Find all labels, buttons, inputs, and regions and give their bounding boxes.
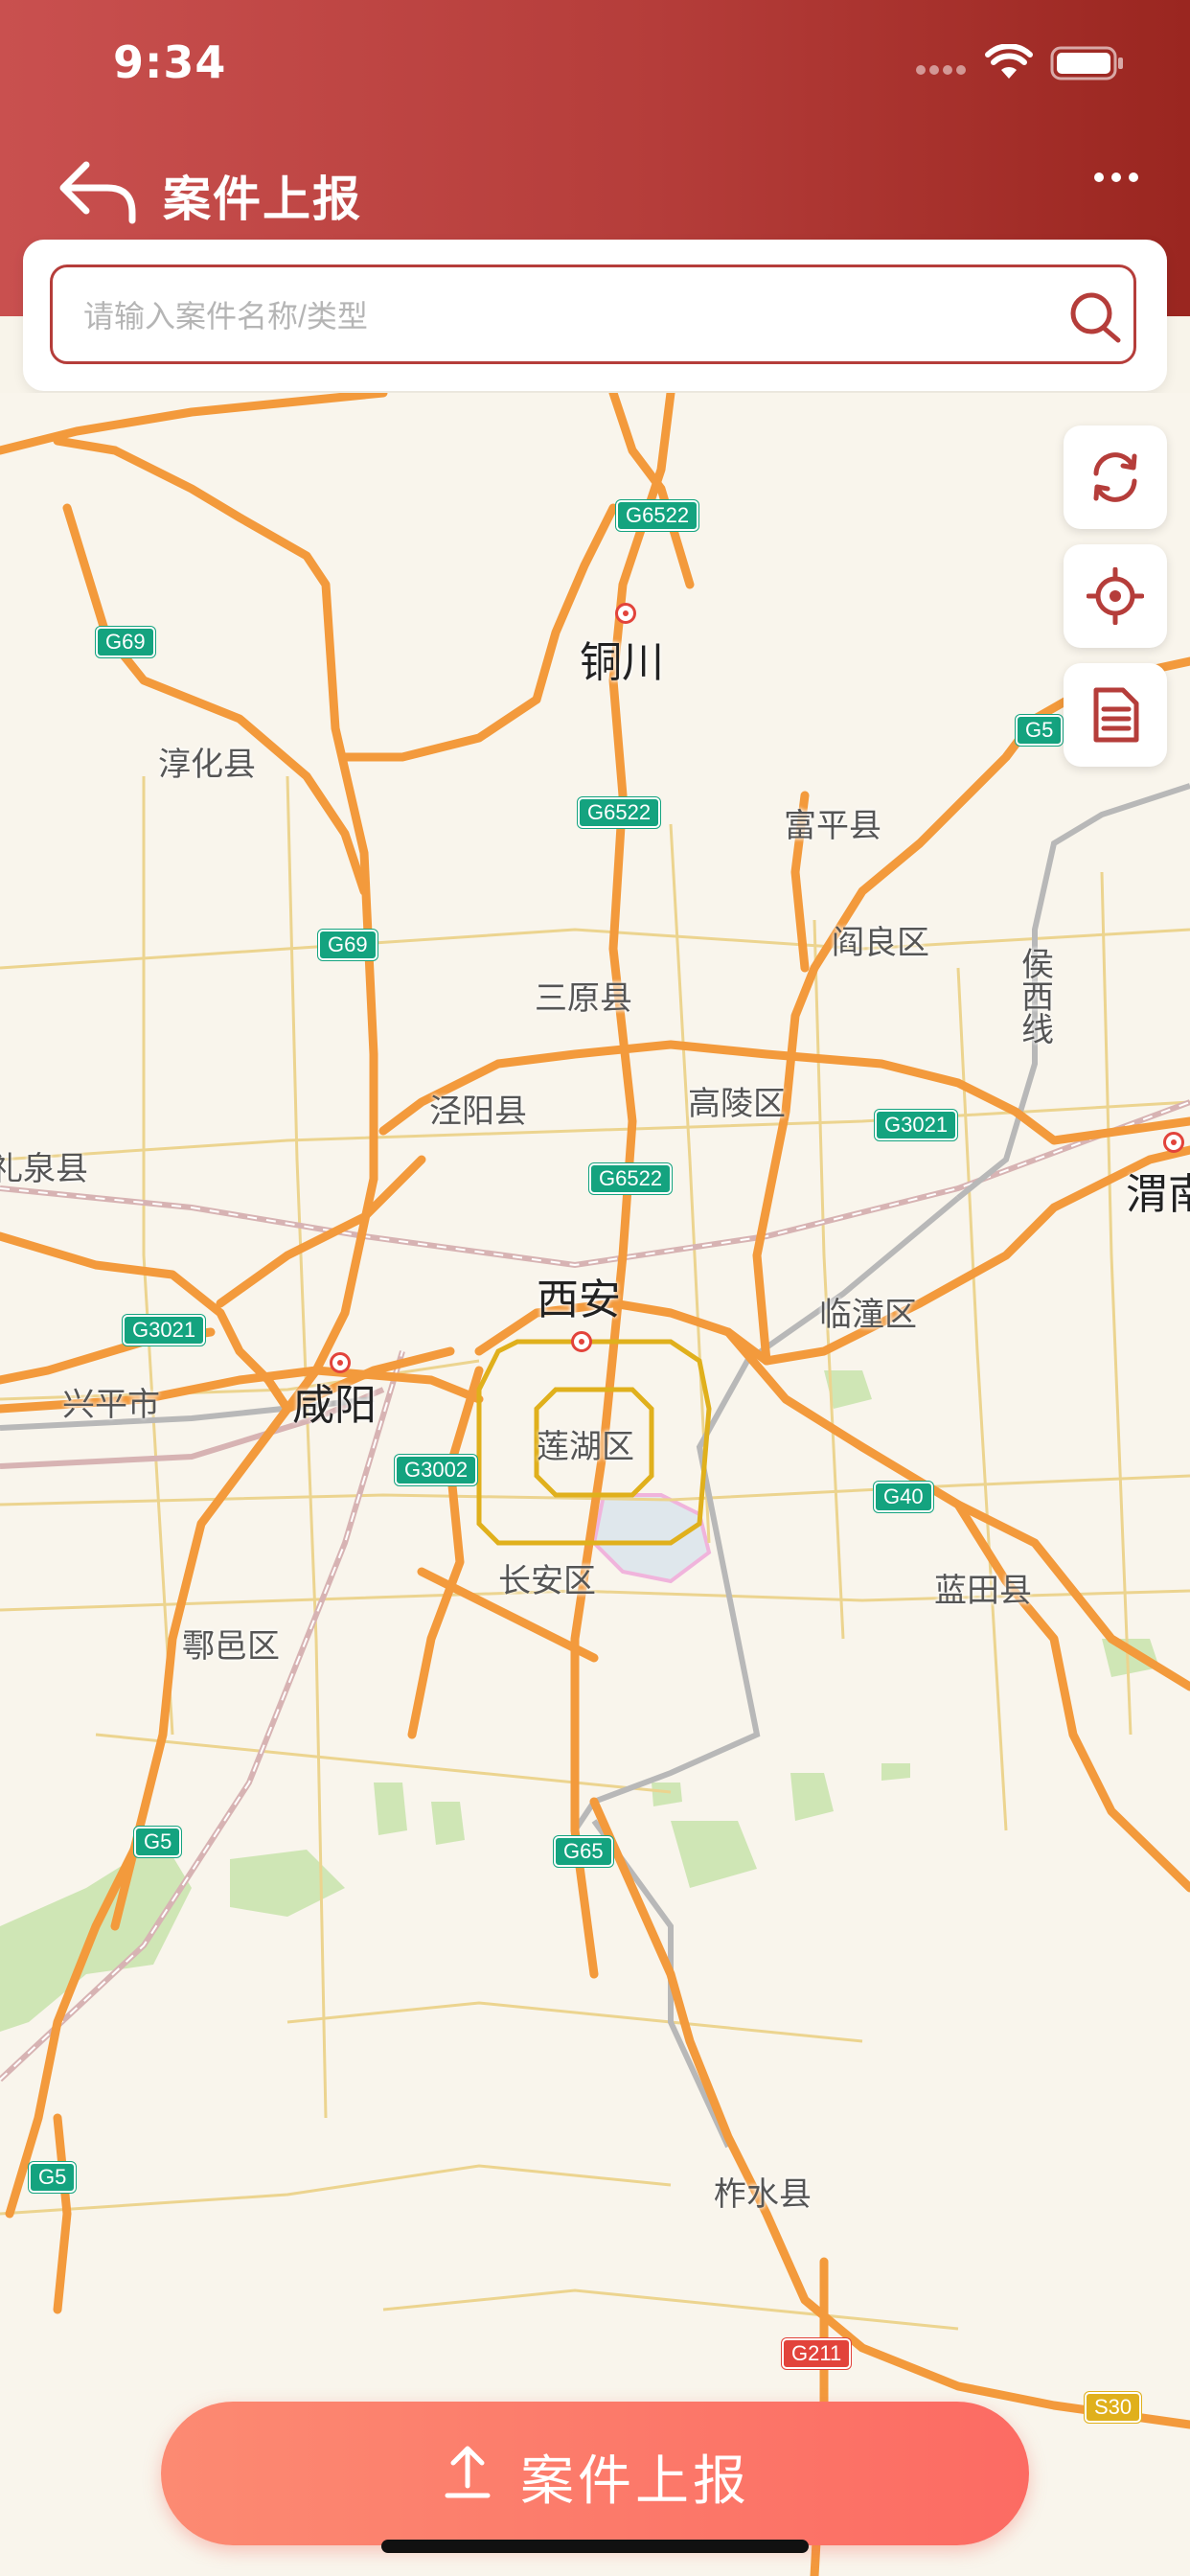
highway-shield: G6522 [616, 500, 699, 531]
map-label-houxi: 侯西线 [1021, 946, 1054, 1049]
city-marker-weinan [1163, 1132, 1184, 1153]
highway-shield: G3021 [123, 1315, 206, 1346]
map-label-xian: 西安 [537, 1276, 621, 1324]
search-input[interactable] [81, 287, 1043, 346]
highway-shield: G69 [318, 930, 378, 960]
report-case-label: 案件上报 [520, 2450, 750, 2513]
map-label-lintong: 临潼区 [819, 1296, 917, 1334]
map-label-jingyang: 泾阳县 [429, 1092, 527, 1131]
nav-bar: 案件上报 [0, 144, 1190, 240]
map-roads [0, 393, 1190, 2576]
map-label-changan: 长安区 [498, 1562, 596, 1600]
map-label-fuping: 富平县 [784, 807, 881, 845]
city-marker-xian [571, 1331, 592, 1352]
map-label-huyi: 鄠邑区 [182, 1627, 280, 1666]
refresh-icon [1093, 452, 1137, 502]
report-case-button[interactable]: 案件上报 [161, 2402, 1029, 2545]
highway-shield: G6522 [589, 1163, 673, 1194]
map-label-chunhua: 淳化县 [158, 746, 256, 784]
wifi-icon [985, 44, 1033, 79]
highway-shield: G5 [1016, 715, 1064, 746]
highway-shield: G69 [96, 627, 155, 657]
map-label-xingping: 兴平市 [62, 1386, 160, 1424]
highway-shield: G65 [554, 1836, 613, 1867]
page-title: 案件上报 [163, 172, 362, 227]
more-dots-icon[interactable] [1092, 163, 1140, 192]
battery-icon [1050, 46, 1123, 80]
search-card [23, 240, 1167, 391]
location-target-icon [1087, 567, 1144, 625]
highway-shield: G40 [874, 1482, 933, 1512]
upload-icon [445, 2446, 491, 2498]
locate-button[interactable] [1064, 544, 1167, 648]
back-arrow-icon[interactable] [57, 159, 138, 226]
map-label-weinan: 渭南 [1126, 1170, 1190, 1219]
document-button[interactable] [1064, 663, 1167, 767]
map-label-zhashui: 柞水县 [714, 2175, 812, 2214]
city-marker-tongchuan [615, 603, 636, 624]
highway-shield: G211 [782, 2338, 852, 2369]
map-label-sanyuan: 三原县 [535, 979, 632, 1018]
map-view[interactable]: 铜川 西安 咸阳 渭南 淳化县 富平县 阎良区 三原县 泾阳县 高陵区 礼泉县 … [0, 393, 1190, 2576]
search-box [50, 264, 1136, 364]
refresh-button[interactable] [1064, 426, 1167, 529]
document-icon [1093, 687, 1139, 743]
highway-shield: S30 [1085, 2392, 1142, 2423]
map-label-tongchuan: 铜川 [580, 638, 664, 687]
status-bar: 9:34 [0, 0, 1190, 134]
highway-shield: G5 [29, 2162, 77, 2193]
highway-shield: G6522 [578, 797, 661, 828]
home-indicator [381, 2540, 809, 2553]
highway-shield: G3021 [875, 1110, 958, 1140]
highway-shield: G3002 [395, 1455, 478, 1485]
map-label-liquan: 礼泉县 [0, 1150, 88, 1188]
highway-shield: G5 [134, 1827, 182, 1857]
search-icon[interactable] [1068, 290, 1122, 344]
map-label-xianyang: 咸阳 [292, 1381, 377, 1430]
map-label-gaoling: 高陵区 [688, 1085, 786, 1123]
status-time: 9:34 [113, 36, 227, 88]
cellular-signal-icon [916, 65, 966, 75]
map-label-lantian: 蓝田县 [934, 1572, 1032, 1610]
map-label-yanliang: 阎良区 [832, 924, 929, 962]
map-label-lianhu: 莲湖区 [537, 1428, 634, 1466]
